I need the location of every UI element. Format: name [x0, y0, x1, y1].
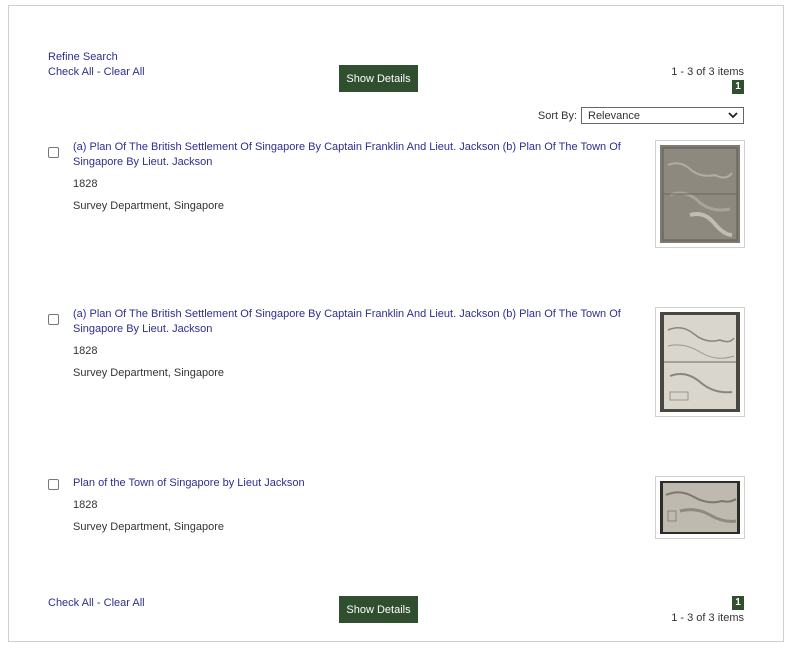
page-number-button[interactable]: 1 [732, 80, 744, 94]
result-checkbox[interactable] [48, 314, 59, 325]
check-all-link[interactable]: Check All [48, 597, 94, 609]
clear-all-link[interactable]: Clear All [104, 66, 145, 78]
result-thumbnail[interactable] [655, 307, 745, 417]
result-title-link[interactable]: Plan of the Town of Singapore by Lieut J… [73, 476, 643, 491]
sort-select[interactable]: Relevance [581, 107, 744, 124]
show-details-button[interactable]: Show Details [339, 596, 418, 623]
sort-selected-value: Relevance [588, 109, 640, 122]
page-number-button[interactable]: 1 [732, 596, 744, 610]
pager-top: 1 - 3 of 3 items 1 [671, 66, 744, 94]
map-thumbnail-image [660, 481, 740, 534]
search-results-panel: Refine Search Check All - Clear All Show… [8, 5, 784, 642]
result-title-link[interactable]: (a) Plan Of The British Settlement Of Si… [73, 140, 643, 170]
top-links: Refine Search Check All - Clear All [48, 50, 145, 80]
result-publisher: Survey Department, Singapore [73, 367, 225, 379]
pager-bottom: 1 1 - 3 of 3 items [671, 596, 744, 624]
refine-search-link[interactable]: Refine Search [48, 51, 118, 63]
result-publisher: Survey Department, Singapore [73, 521, 225, 533]
chevron-down-icon [728, 110, 738, 122]
check-all-link[interactable]: Check All [48, 66, 94, 78]
result-checkbox[interactable] [48, 479, 59, 490]
bottom-links: Check All - Clear All [48, 596, 145, 611]
sort-control: Sort By: Relevance [538, 107, 744, 124]
result-thumbnail[interactable] [655, 140, 745, 248]
result-checkbox[interactable] [48, 147, 59, 158]
result-thumbnail[interactable] [655, 476, 745, 539]
result-publisher: Survey Department, Singapore [73, 200, 225, 212]
result-year: 1828 [73, 499, 98, 511]
result-range-text: 1 - 3 of 3 items [671, 66, 744, 78]
result-title-link[interactable]: (a) Plan Of The British Settlement Of Si… [73, 307, 643, 337]
result-year: 1828 [73, 345, 98, 357]
result-year: 1828 [73, 178, 98, 190]
map-thumbnail-image [660, 145, 740, 243]
separator: - [93, 597, 104, 609]
clear-all-link[interactable]: Clear All [104, 597, 145, 609]
result-range-text: 1 - 3 of 3 items [671, 612, 744, 624]
show-details-button[interactable]: Show Details [339, 65, 418, 92]
sort-label: Sort By: [537, 109, 577, 122]
separator: - [93, 66, 104, 78]
map-thumbnail-image [660, 312, 740, 412]
